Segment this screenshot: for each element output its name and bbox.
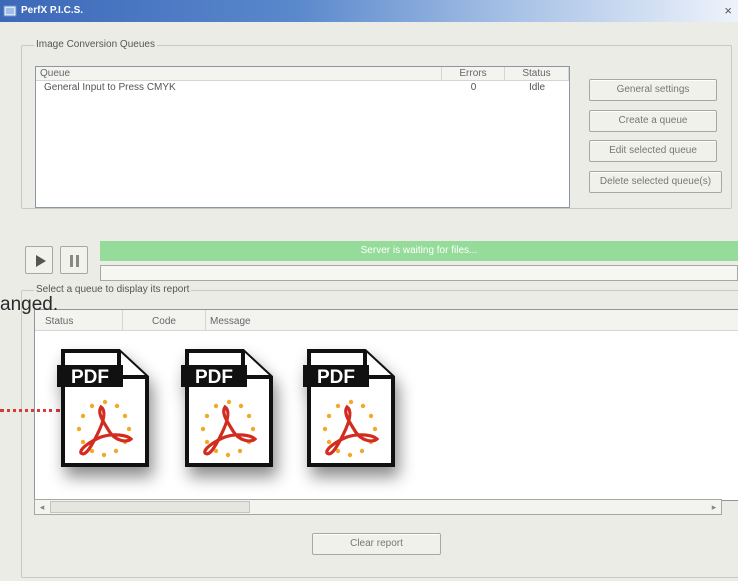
- play-button[interactable]: [25, 246, 53, 274]
- queues-list-header: Queue Errors Status: [36, 67, 569, 81]
- app-icon: [3, 5, 17, 17]
- report-list-header: Status Code Message: [35, 310, 738, 331]
- svg-text:PDF: PDF: [71, 367, 109, 388]
- queues-list[interactable]: Queue Errors Status General Input to Pre…: [35, 66, 570, 208]
- report-horizontal-scrollbar[interactable]: ◂ ▸: [34, 499, 722, 515]
- pdf-file-icon: PDF: [57, 349, 149, 467]
- queue-name: General Input to Press CMYK: [44, 82, 176, 93]
- pdf-file-icon: PDF: [181, 349, 273, 467]
- clear-report-button[interactable]: Clear report: [312, 533, 441, 555]
- pdf-file-icon: PDF: [303, 349, 395, 467]
- arrow-right-icon[interactable]: ▸: [707, 500, 721, 514]
- progress-bar: [100, 265, 738, 281]
- create-queue-button[interactable]: Create a queue: [589, 110, 717, 132]
- svg-text:PDF: PDF: [195, 367, 233, 388]
- table-row[interactable]: General Input to Press CMYK 0 Idle: [36, 81, 569, 94]
- column-code[interactable]: Code: [123, 310, 206, 330]
- overlay-caption: anged.: [0, 294, 59, 315]
- play-icon: [36, 255, 46, 267]
- column-queue[interactable]: Queue: [36, 67, 442, 80]
- main-window: Image Conversion Queues Queue Errors Sta…: [0, 22, 738, 581]
- server-status-bar: Server is waiting for files...: [100, 241, 738, 261]
- title-bar: PerfX P.I.C.S. ×: [0, 0, 738, 22]
- window-title: PerfX P.I.C.S.: [21, 5, 84, 16]
- queues-group-label: Image Conversion Queues: [34, 39, 157, 50]
- delete-queue-button[interactable]: Delete selected queue(s): [589, 171, 722, 193]
- close-button[interactable]: ×: [724, 4, 732, 18]
- column-errors[interactable]: Errors: [442, 67, 505, 80]
- column-status[interactable]: Status: [505, 67, 569, 80]
- edit-queue-button[interactable]: Edit selected queue: [589, 140, 717, 162]
- arrow-left-icon[interactable]: ◂: [35, 500, 49, 514]
- pause-button[interactable]: [60, 246, 88, 274]
- queue-status: Idle: [528, 82, 546, 93]
- dotted-connector: [0, 409, 60, 412]
- column-message[interactable]: Message: [206, 310, 738, 330]
- general-settings-button[interactable]: General settings: [589, 79, 717, 101]
- svg-text:PDF: PDF: [317, 367, 355, 388]
- queue-errors: 0: [470, 82, 477, 93]
- scrollbar-thumb[interactable]: [50, 501, 250, 513]
